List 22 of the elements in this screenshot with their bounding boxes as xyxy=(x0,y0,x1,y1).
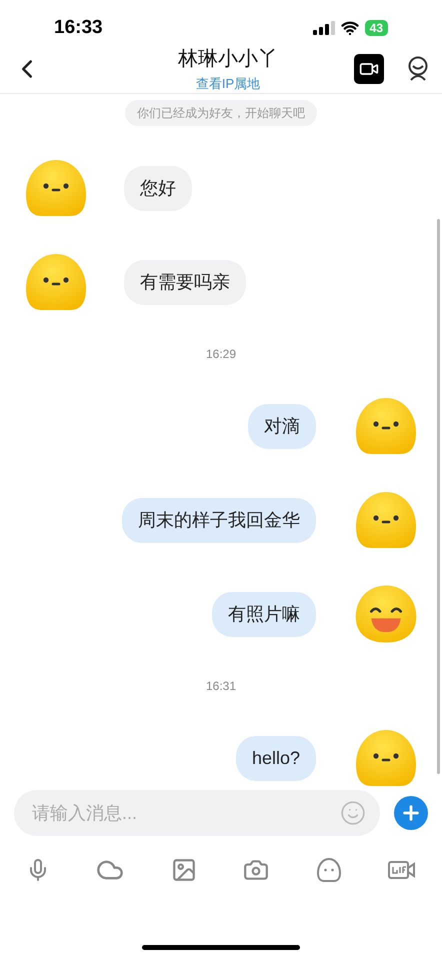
ip-location-link[interactable]: 查看IP属地 xyxy=(196,74,260,94)
image-icon[interactable] xyxy=(170,857,197,884)
signal-icon xyxy=(312,20,335,35)
message-bubble: 周末的样子我回金华 xyxy=(122,498,316,543)
gif-camera-icon[interactable] xyxy=(388,859,416,882)
chat-title: 林琳小小丫 xyxy=(178,46,278,72)
video-call-button[interactable] xyxy=(354,54,384,84)
battery-level: 43 xyxy=(364,20,388,36)
person-icon[interactable] xyxy=(406,56,430,82)
message-bubble: 您好 xyxy=(124,166,192,211)
message-bubble: 有需要吗亲 xyxy=(124,260,246,305)
status-time: 16:33 xyxy=(54,16,103,40)
wifi-icon xyxy=(340,18,359,37)
plus-button[interactable] xyxy=(394,796,428,830)
message-bubble: hello? xyxy=(236,736,316,781)
system-notice: 你们已经成为好友，开始聊天吧 xyxy=(125,100,317,126)
timestamp: 16:31 xyxy=(206,678,236,696)
message-bubble: 有照片嘛 xyxy=(212,592,316,637)
message-input-field[interactable]: 请输入消息... xyxy=(14,790,380,836)
blob-face-icon[interactable] xyxy=(316,857,342,884)
timestamp: 16:29 xyxy=(206,346,236,364)
message-bubble: 对滴 xyxy=(248,404,316,449)
